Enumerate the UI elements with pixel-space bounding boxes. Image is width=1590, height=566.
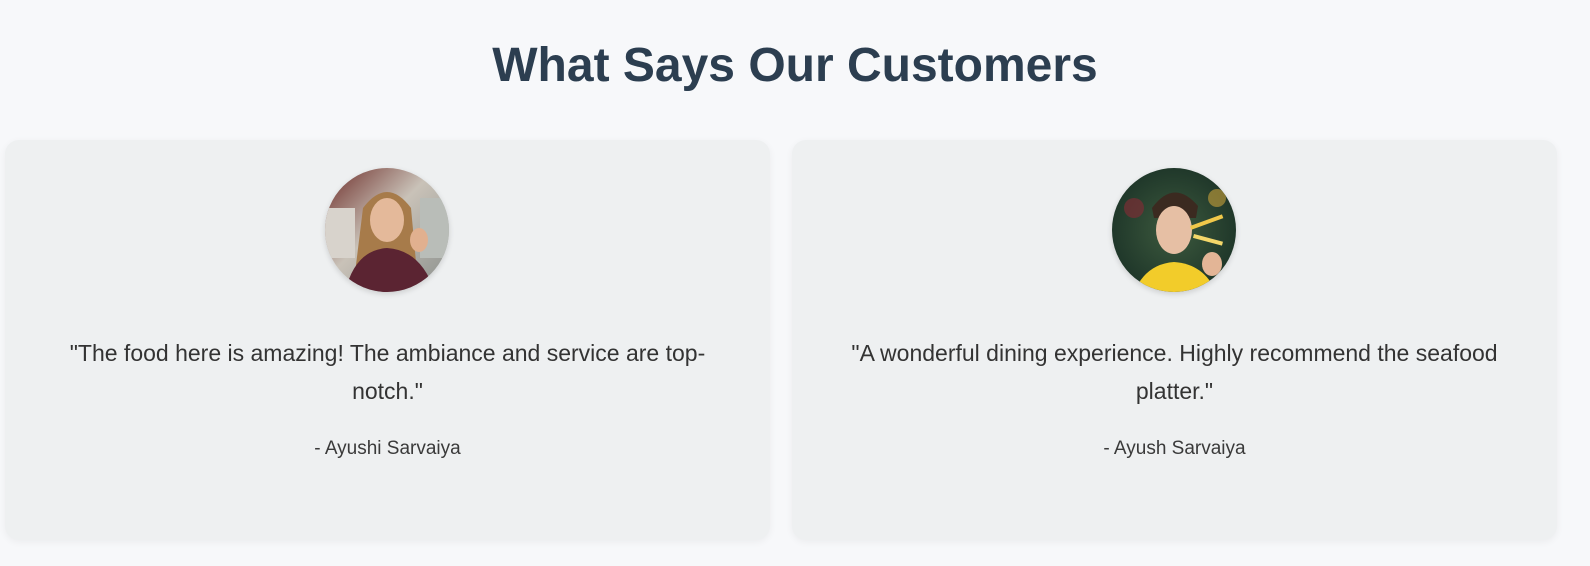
testimonial-card: "The food here is amazing! The ambiance … (5, 140, 770, 540)
customer-avatar (325, 168, 449, 292)
testimonial-card: "A wonderful dining experience. Highly r… (792, 140, 1557, 540)
testimonial-quote: "The food here is amazing! The ambiance … (69, 340, 706, 404)
testimonial-author: - Ayushi Sarvaiya (314, 438, 461, 459)
testimonials-section: What Says Our Customers "The food here i… (0, 0, 1590, 566)
section-title: What Says Our Customers (492, 39, 1098, 92)
customer-photo-man-icon (1112, 168, 1236, 292)
customer-avatar (1112, 168, 1236, 292)
testimonial-quote: "A wonderful dining experience. Highly r… (851, 340, 1498, 404)
testimonial-author: - Ayush Sarvaiya (1103, 438, 1246, 459)
customer-photo-woman-icon (325, 168, 449, 292)
